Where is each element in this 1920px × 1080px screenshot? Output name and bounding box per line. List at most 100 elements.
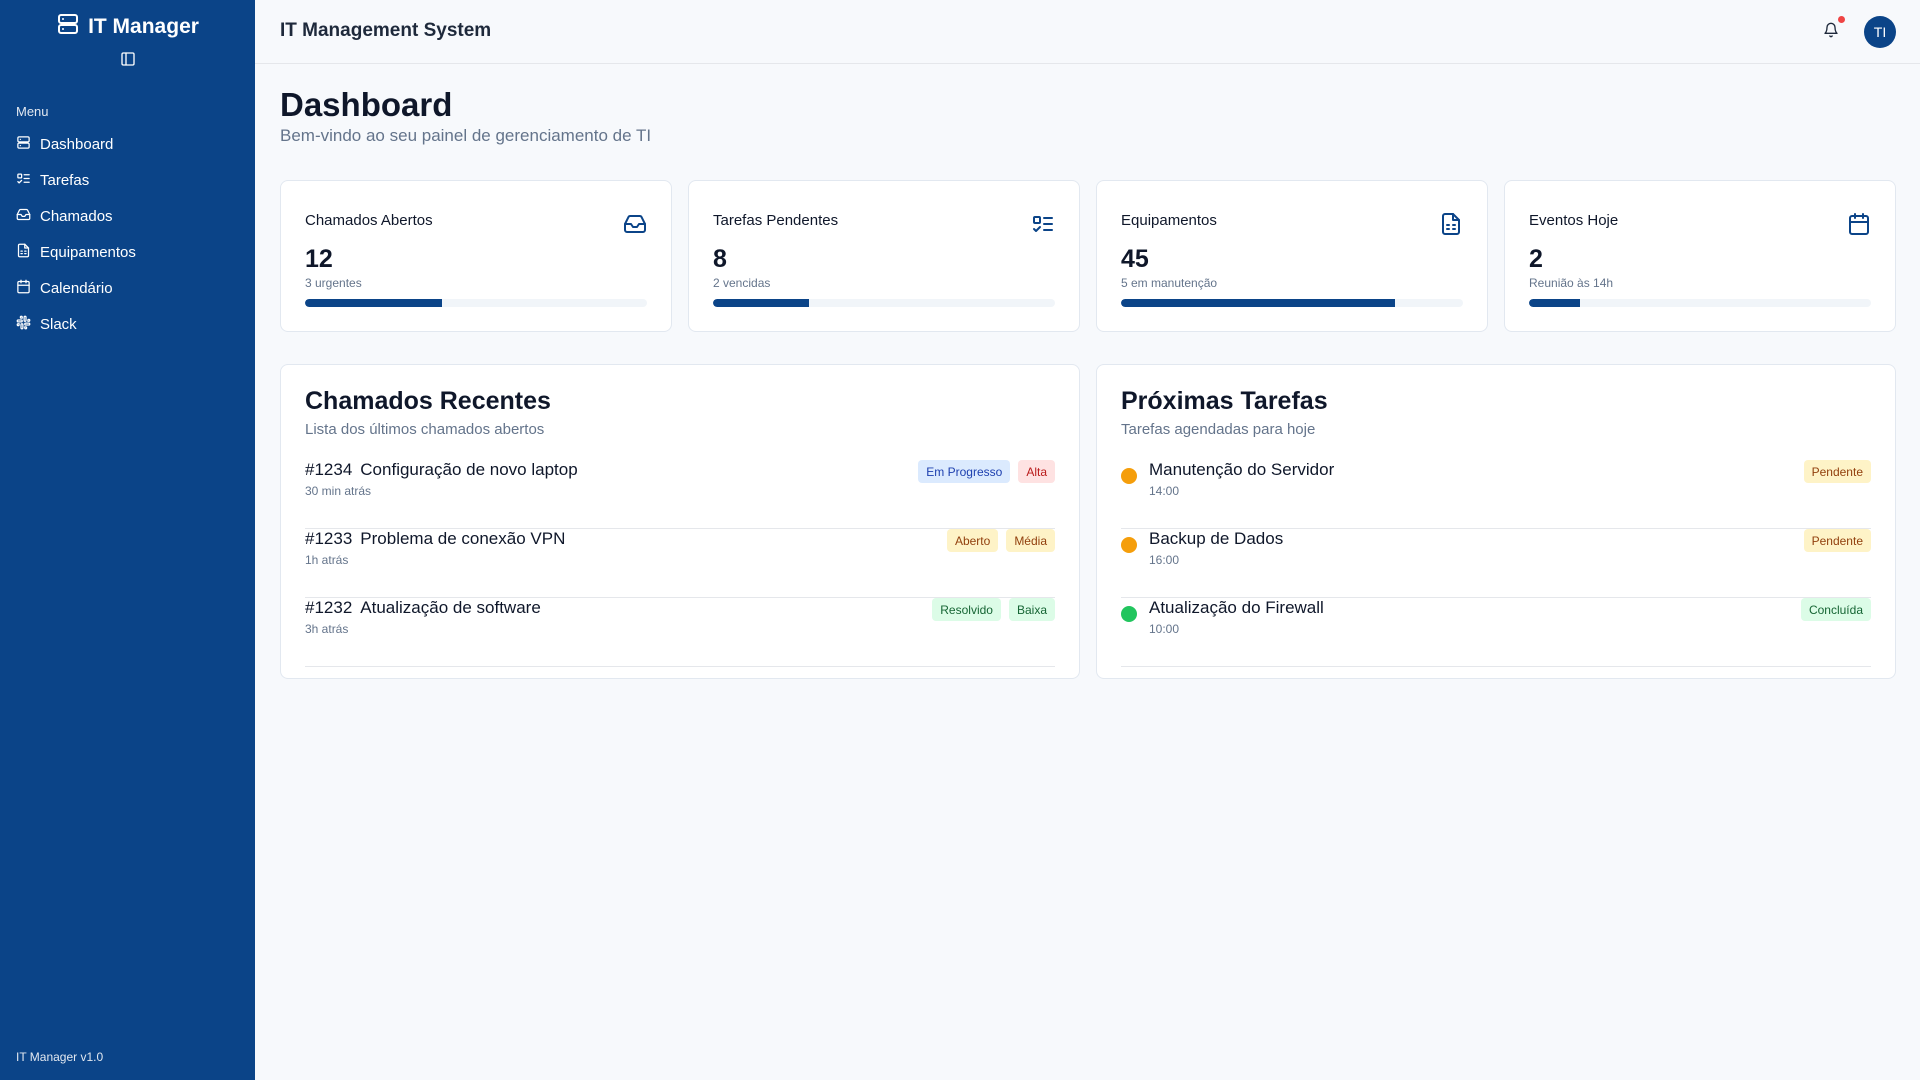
calendar-icon (1847, 212, 1871, 236)
ticket-id: #1233 (305, 529, 353, 548)
ticket-time: 30 min atrás (305, 484, 372, 498)
task-title: Atualização do Firewall (1149, 598, 1324, 617)
list-todo-icon (16, 171, 31, 190)
top-header: IT Management System TI (255, 0, 1920, 64)
sidebar-toggle-button[interactable] (119, 51, 137, 72)
bell-icon (1823, 22, 1839, 43)
stat-sub: 5 em manutenção (1121, 276, 1218, 290)
ticket-row[interactable]: #1233 Problema de conexão VPN 1h atrás Ab… (305, 529, 1055, 598)
progress-fill (1121, 299, 1395, 307)
task-title: Backup de Dados (1149, 529, 1284, 548)
slack-icon (16, 315, 31, 334)
ticket-time: 1h atrás (305, 553, 349, 567)
panel-title: Chamados Recentes (305, 387, 551, 415)
ticket-title: Atualização de software (360, 598, 541, 617)
task-row[interactable]: Atualização do Firewall 10:00 Concluída (1121, 598, 1871, 667)
priority-badge: Média (1006, 529, 1055, 552)
server-icon (56, 12, 80, 41)
progress-bar (1121, 299, 1463, 307)
ticket-id: #1234 (305, 460, 353, 479)
stat-sub: 3 urgentes (305, 276, 362, 290)
sidebar-item-dashboard[interactable]: Dashboard (8, 126, 247, 162)
stat-card-eventos: Eventos Hoje 2 Reunião às 14h (1504, 180, 1896, 332)
app-title: IT Management System (280, 20, 492, 41)
priority-badge: Baixa (1008, 598, 1055, 621)
status-badge: Em Progresso (918, 460, 1011, 483)
ticket-time: 3h atrás (305, 622, 349, 636)
sidebar: IT Manager Menu Dashboard Tarefas Chamad… (0, 0, 255, 1080)
sidebar-item-calendario[interactable]: Calendário (8, 270, 247, 306)
status-dot (1121, 537, 1137, 553)
sidebar-item-chamados[interactable]: Chamados (8, 198, 247, 234)
page-subtitle: Bem-vindo ao seu painel de gerenciamento… (280, 126, 652, 145)
brand[interactable]: IT Manager (0, 12, 255, 41)
file-spreadsheet-icon (1439, 212, 1463, 236)
recent-tickets-panel: Chamados Recentes Lista dos últimos cham… (280, 364, 1080, 679)
stat-label: Equipamentos (1121, 212, 1217, 229)
stat-value: 45 (1121, 245, 1149, 273)
status-badge: Aberto (946, 529, 999, 552)
task-row[interactable]: Backup de Dados 16:00 Pendente (1121, 529, 1871, 598)
ticket-row[interactable]: #1232 Atualização de software 3h atrás Re… (305, 598, 1055, 667)
stat-sub: 2 vencidas (713, 276, 771, 290)
task-time: 14:00 (1149, 484, 1180, 498)
app-version: IT Manager v1.0 (16, 1050, 104, 1064)
status-dot (1121, 468, 1137, 484)
progress-fill (713, 299, 809, 307)
progress-bar (305, 299, 647, 307)
panel-subtitle: Lista dos últimos chamados abertos (305, 421, 545, 438)
task-title: Manutenção do Servidor (1149, 460, 1335, 479)
task-time: 16:00 (1149, 553, 1180, 567)
panel-title: Próximas Tarefas (1121, 387, 1328, 415)
sidebar-item-slack[interactable]: Slack (8, 306, 247, 342)
sidebar-item-label: Equipamentos (40, 243, 136, 261)
page-title: Dashboard (280, 86, 453, 123)
stat-label: Chamados Abertos (305, 212, 433, 229)
stat-value: 2 (1529, 245, 1543, 273)
stat-sub: Reunião às 14h (1529, 276, 1614, 290)
progress-fill (305, 299, 442, 307)
panel-left-icon (120, 51, 136, 72)
upcoming-tasks-panel: Próximas Tarefas Tarefas agendadas para … (1096, 364, 1896, 679)
ticket-title: Configuração de novo laptop (360, 460, 578, 479)
task-row[interactable]: Manutenção do Servidor 14:00 Pendente (1121, 460, 1871, 529)
sidebar-item-tarefas[interactable]: Tarefas (8, 162, 247, 198)
avatar[interactable]: TI (1864, 16, 1896, 48)
inbox-icon (16, 207, 31, 226)
sidebar-item-equipamentos[interactable]: Equipamentos (8, 234, 247, 270)
progress-bar (1529, 299, 1871, 307)
sidebar-item-label: Slack (40, 315, 77, 333)
progress-bar (713, 299, 1055, 307)
task-time: 10:00 (1149, 622, 1180, 636)
calendar-icon (16, 279, 31, 298)
progress-fill (1529, 299, 1581, 307)
ticket-id: #1232 (305, 598, 353, 617)
menu-label: Menu (16, 104, 49, 119)
list-todo-icon (1031, 212, 1055, 236)
status-badge: Resolvido (932, 598, 1001, 621)
stat-label: Tarefas Pendentes (713, 212, 839, 229)
brand-title: IT Manager (88, 14, 199, 38)
file-spreadsheet-icon (16, 243, 31, 262)
ticket-row[interactable]: #1234 Configuração de novo laptop 30 min … (305, 460, 1055, 529)
status-dot (1121, 606, 1137, 622)
notification-dot (1838, 16, 1845, 23)
sidebar-item-label: Dashboard (40, 135, 114, 153)
inbox-icon (623, 212, 647, 236)
sidebar-item-label: Tarefas (40, 171, 90, 189)
ticket-title: Problema de conexão VPN (360, 529, 566, 548)
stat-value: 8 (713, 245, 727, 273)
stat-card-tarefas: Tarefas Pendentes 8 2 vencidas (688, 180, 1080, 332)
stat-card-equipamentos: Equipamentos 45 5 em manutenção (1096, 180, 1488, 332)
sidebar-item-label: Chamados (40, 207, 113, 225)
priority-badge: Alta (1018, 460, 1055, 483)
sidebar-nav: Dashboard Tarefas Chamados Equipamentos … (8, 126, 247, 342)
status-badge: Concluída (1800, 598, 1871, 621)
sidebar-item-label: Calendário (40, 279, 113, 297)
stat-label: Eventos Hoje (1529, 212, 1619, 229)
notifications-button[interactable] (1819, 20, 1843, 44)
server-icon (16, 135, 31, 154)
stat-card-chamados: Chamados Abertos 12 3 urgentes (280, 180, 672, 332)
status-badge: Pendente (1803, 460, 1871, 483)
panel-subtitle: Tarefas agendadas para hoje (1121, 421, 1316, 438)
